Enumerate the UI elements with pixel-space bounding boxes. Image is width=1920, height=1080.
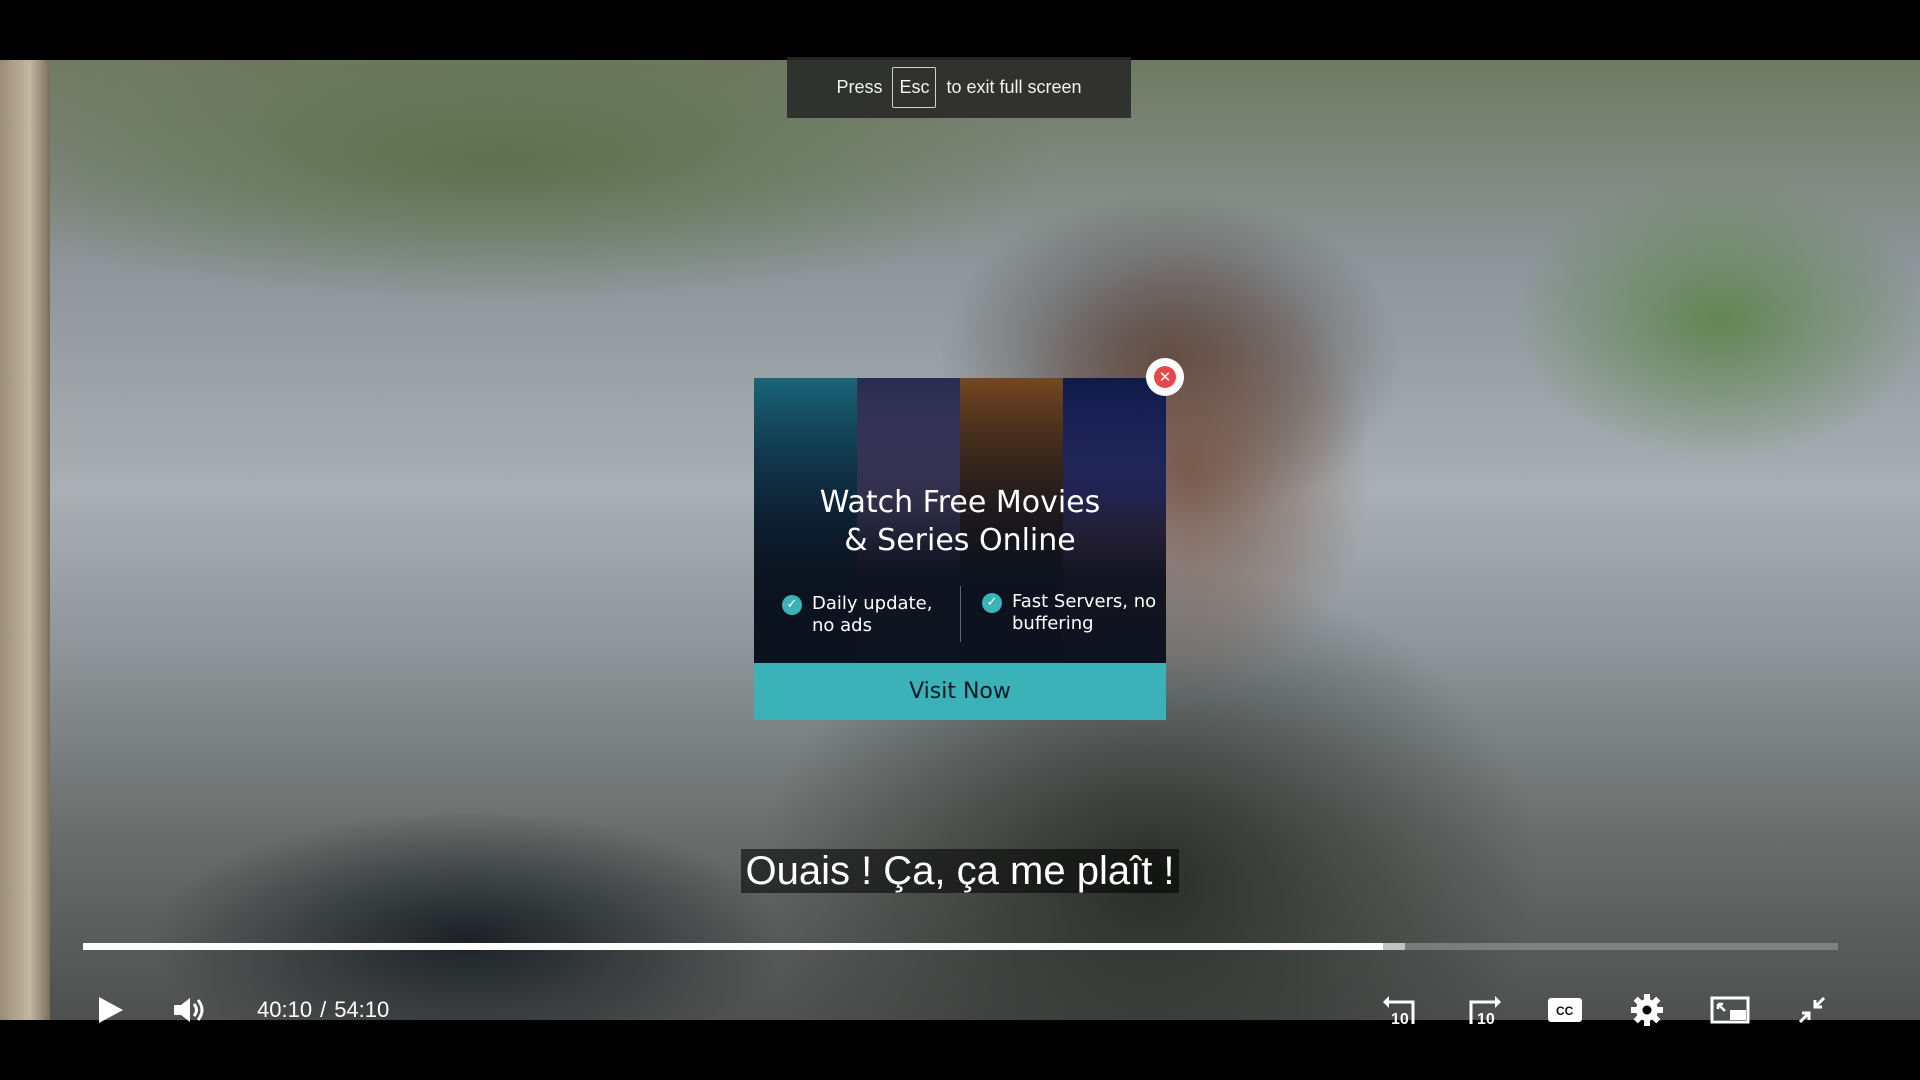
seek-bar[interactable] bbox=[83, 943, 1838, 950]
hint-rest-text: to exit full screen bbox=[946, 77, 1082, 97]
captions-icon: CC bbox=[1548, 998, 1582, 1022]
miniplayer-button[interactable] bbox=[1708, 985, 1752, 1035]
rewind-10-icon: 10 bbox=[1383, 996, 1415, 1026]
time-display: 40:10 / 54:10 bbox=[257, 985, 389, 1035]
ad-title-line1: Watch Free Movies bbox=[819, 485, 1101, 520]
duration: 54:10 bbox=[334, 997, 390, 1022]
hint-press-text: Press bbox=[836, 77, 883, 97]
play-button[interactable] bbox=[90, 985, 130, 1035]
ad-feature-label: Daily update, no ads bbox=[812, 593, 933, 636]
fullscreen-exit-hint: Press Esc to exit full screen bbox=[787, 57, 1131, 118]
current-time: 40:10 bbox=[257, 997, 313, 1022]
subtitle-caption: Ouais ! Ça, ça me plaît ! bbox=[0, 845, 1920, 897]
exit-fullscreen-button[interactable] bbox=[1792, 985, 1832, 1035]
svg-text:CC: CC bbox=[1556, 1004, 1574, 1018]
settings-icon bbox=[1631, 994, 1663, 1026]
play-icon bbox=[99, 997, 123, 1023]
player-controls: 40:10 / 54:10 10 10 CC bbox=[0, 985, 1920, 1035]
ad-feature-daily-update: ✓ Daily update, no ads bbox=[782, 593, 952, 637]
miniplayer-icon bbox=[1710, 996, 1750, 1024]
exit-fullscreen-icon bbox=[1798, 996, 1826, 1024]
rewind-10-button[interactable]: 10 bbox=[1380, 985, 1422, 1035]
check-icon: ✓ bbox=[782, 595, 802, 615]
volume-icon bbox=[174, 998, 204, 1022]
forward-10-button[interactable]: 10 bbox=[1462, 985, 1504, 1035]
captions-button[interactable]: CC bbox=[1544, 985, 1586, 1035]
visit-now-button[interactable]: Visit Now bbox=[754, 663, 1166, 720]
svg-text:10: 10 bbox=[1477, 1011, 1495, 1026]
close-icon: ✕ bbox=[1154, 366, 1176, 388]
check-icon: ✓ bbox=[982, 593, 1002, 613]
ad-popup[interactable]: Watch Free Movies & Series Online ✓ Dail… bbox=[754, 358, 1184, 720]
ad-feature-label: Fast Servers, no buffering bbox=[1012, 591, 1157, 634]
esc-key-badge: Esc bbox=[892, 67, 937, 108]
time-separator: / bbox=[320, 997, 327, 1022]
ad-title: Watch Free Movies & Series Online bbox=[754, 484, 1166, 560]
ad-feature-fast-servers: ✓ Fast Servers, no buffering bbox=[982, 591, 1162, 635]
seek-bar-played bbox=[83, 943, 1384, 950]
volume-button[interactable] bbox=[168, 985, 212, 1035]
ad-title-line2: & Series Online bbox=[844, 523, 1076, 558]
ad-feature-divider bbox=[960, 586, 961, 642]
settings-button[interactable] bbox=[1626, 985, 1668, 1035]
forward-10-icon: 10 bbox=[1469, 996, 1501, 1026]
subtitle-text: Ouais ! Ça, ça me plaît ! bbox=[741, 849, 1179, 893]
ad-close-button[interactable]: ✕ bbox=[1146, 358, 1184, 396]
svg-text:10: 10 bbox=[1391, 1011, 1409, 1026]
